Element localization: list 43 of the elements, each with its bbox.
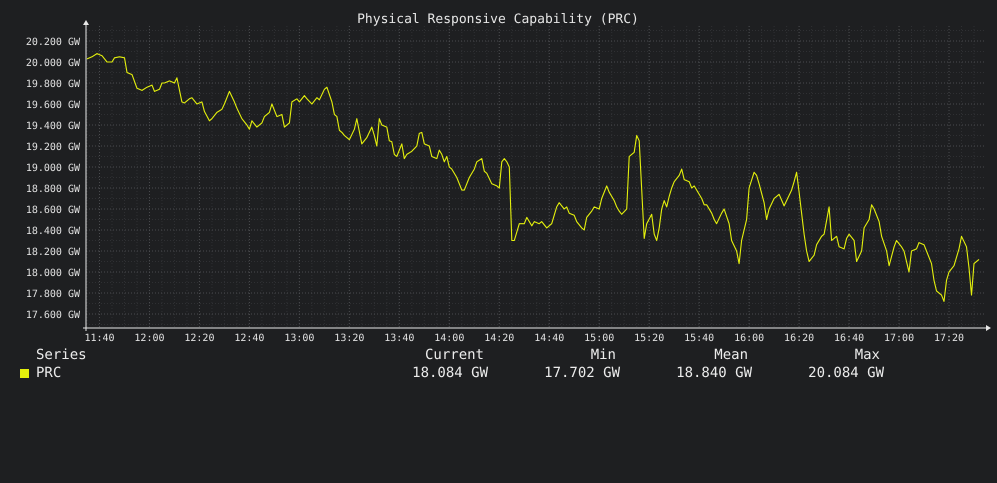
chart-title: Physical Responsive Capability (PRC) [357, 12, 639, 27]
legend-value: 20.084 GW [807, 365, 884, 381]
series-name: PRC [36, 365, 62, 381]
y-tick-label: 18.600 GW [26, 205, 80, 216]
x-tick-label: 12:00 [134, 333, 165, 344]
legend-value: 18.840 GW [675, 365, 752, 381]
y-tick-label: 18.800 GW [26, 184, 80, 196]
x-tick-label: 12:20 [184, 333, 214, 344]
legend-value: 17.702 GW [543, 365, 620, 381]
y-tick-label: 19.800 GW [26, 79, 80, 90]
x-tick-label: 12:40 [234, 333, 264, 344]
y-tick-label: 18.200 GW [26, 247, 80, 258]
x-tick-label: 13:00 [284, 333, 314, 344]
x-tick-label: 17:00 [884, 333, 914, 344]
x-tick-label: 13:20 [334, 333, 364, 344]
x-tick-label: 17:20 [934, 333, 964, 344]
x-tick-label: 15:20 [634, 333, 664, 344]
legend-value: 18.084 GW [411, 365, 488, 381]
x-tick-label: 16:40 [834, 333, 864, 344]
x-tick-label: 11:40 [84, 333, 115, 344]
legend-header: Max [854, 347, 881, 363]
x-tick-label: 14:40 [534, 333, 564, 344]
x-tick-label: 14:20 [484, 333, 514, 344]
y-tick-label: 17.800 GW [26, 289, 80, 300]
y-tick-label: 20.000 GW [26, 58, 80, 70]
y-tick-label: 19.400 GW [26, 121, 80, 132]
x-tick-label: 16:20 [784, 333, 814, 344]
x-tick-label: 15:40 [684, 333, 714, 344]
legend-header: Min [590, 347, 617, 363]
x-tick-label: 14:00 [434, 333, 464, 344]
y-tick-label: 19.600 GW [26, 100, 80, 112]
y-tick-label: 19.000 GW [26, 163, 80, 174]
legend-header: Mean [713, 347, 749, 363]
y-tick-label: 20.200 GW [26, 37, 80, 48]
legend-header: Current [424, 347, 485, 363]
y-tick-label: 18.400 GW [26, 226, 80, 238]
x-tick-label: 15:00 [584, 333, 614, 344]
y-tick-label: 19.200 GW [26, 142, 80, 154]
legend-header: Series [36, 347, 88, 363]
y-tick-label: 17.600 GW [26, 310, 80, 322]
x-tick-label: 16:00 [734, 333, 764, 344]
x-tick-label: 13:40 [384, 333, 414, 344]
y-tick-label: 18.000 GW [26, 268, 80, 280]
